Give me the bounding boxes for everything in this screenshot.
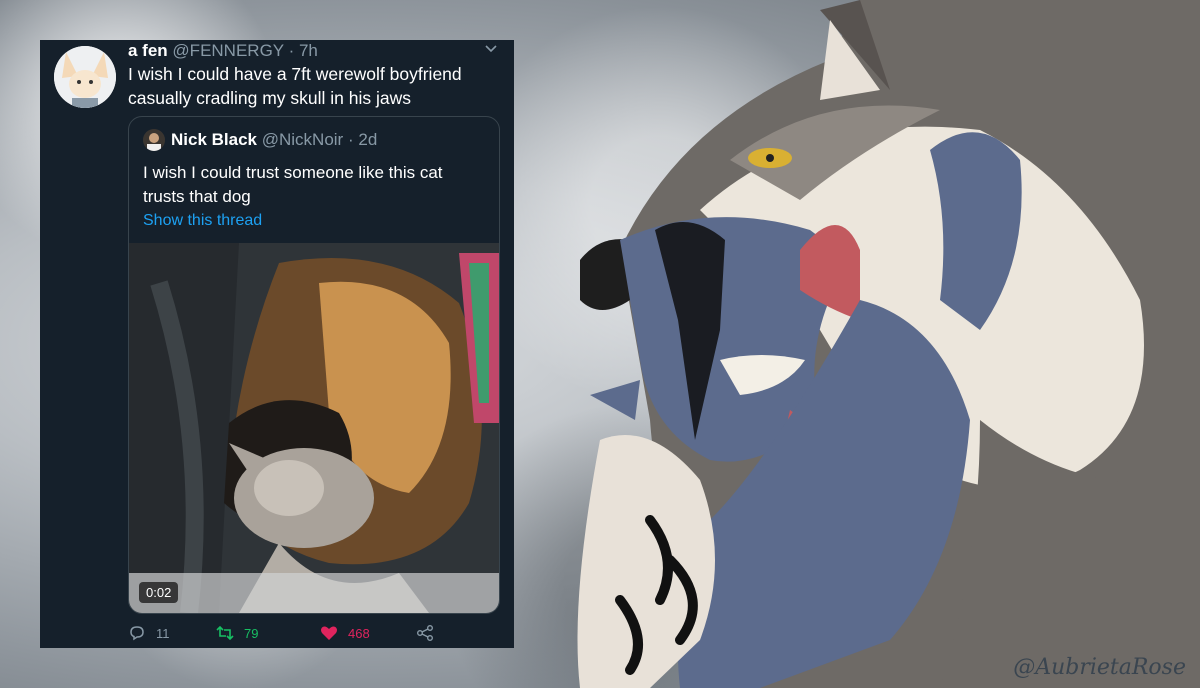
separator-dot: · <box>347 130 354 149</box>
show-thread-link[interactable]: Show this thread <box>143 212 262 230</box>
tweet-actions: 11 79 468 <box>128 624 488 648</box>
retweet-icon <box>216 625 234 641</box>
quoted-tweet[interactable]: Nick Black @NickNoir · 2d I wish I could… <box>128 116 500 614</box>
reply-icon <box>130 626 144 641</box>
retweet-count: 79 <box>244 625 259 641</box>
like-button[interactable]: 468 <box>320 624 370 642</box>
dog-and-cat-image <box>129 243 499 613</box>
video-thumbnail[interactable]: 0:02 <box>129 243 499 613</box>
artist-credit: @AubrietaRose <box>1013 655 1186 680</box>
like-count: 468 <box>348 625 370 641</box>
tweet-time[interactable]: 7h <box>299 41 318 60</box>
heart-icon <box>321 626 337 640</box>
separator-dot: · <box>288 41 295 60</box>
tweet-card[interactable]: a fen @FENNERGY · 7h I wish I could have… <box>40 40 514 648</box>
tweet-header: a fen @FENNERGY · 7h <box>128 40 318 62</box>
chevron-down-icon[interactable] <box>484 42 498 56</box>
author-handle[interactable]: @FENNERGY <box>172 41 283 60</box>
share-button[interactable] <box>416 624 444 642</box>
reply-button[interactable]: 11 <box>128 624 170 642</box>
tweet-text: I wish I could have a 7ft werewolf boyfr… <box>128 64 462 108</box>
quoted-author-name[interactable]: Nick Black <box>171 130 257 149</box>
author-name[interactable]: a fen <box>128 41 168 60</box>
reply-count: 11 <box>156 625 170 641</box>
retweet-button[interactable]: 79 <box>216 624 258 642</box>
quoted-text: I wish I could trust someone like this c… <box>143 163 443 206</box>
werewolf-illustration <box>577 0 1200 688</box>
quoted-time[interactable]: 2d <box>358 130 377 149</box>
quoted-header: Nick Black @NickNoir · 2d <box>171 129 377 151</box>
video-duration: 0:02 <box>139 582 179 603</box>
share-icon <box>417 625 433 641</box>
quoted-author-handle[interactable]: @NickNoir <box>262 130 343 149</box>
quoted-author-avatar[interactable] <box>143 129 165 151</box>
author-avatar[interactable] <box>54 46 116 108</box>
